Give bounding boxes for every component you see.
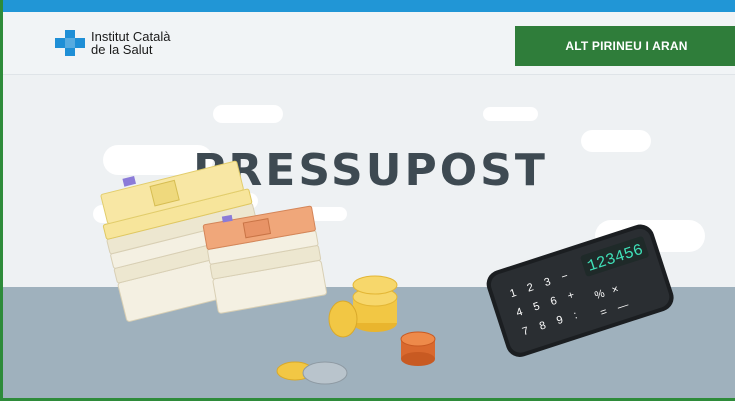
cross-icon bbox=[55, 30, 85, 56]
top-accent-stripe bbox=[3, 0, 735, 12]
region-button[interactable]: ALT PIRINEU I ARAN bbox=[515, 26, 735, 66]
calculator-icon: 123456 1 2 3− 4 5 6 + 789: % × = — bbox=[486, 224, 674, 357]
coin-stack-icon bbox=[328, 275, 398, 338]
budget-illustration: 123456 1 2 3− 4 5 6 + 789: % × = — bbox=[100, 160, 674, 385]
hero-banner: PRESSUPOST 123456 1 2 3 − 4 5 6 + 7 8 9 … bbox=[3, 75, 735, 398]
coin-icon bbox=[302, 361, 348, 385]
site-header: Institut Català de la Salut ALT PIRINEU … bbox=[3, 12, 735, 75]
logo-line-2: de la Salut bbox=[91, 42, 153, 57]
coin-stack-icon bbox=[400, 331, 436, 366]
logo-text: Institut Català de la Salut bbox=[91, 30, 171, 56]
ics-logo[interactable]: Institut Català de la Salut bbox=[55, 30, 171, 56]
page-frame: Institut Català de la Salut ALT PIRINEU … bbox=[0, 0, 735, 401]
